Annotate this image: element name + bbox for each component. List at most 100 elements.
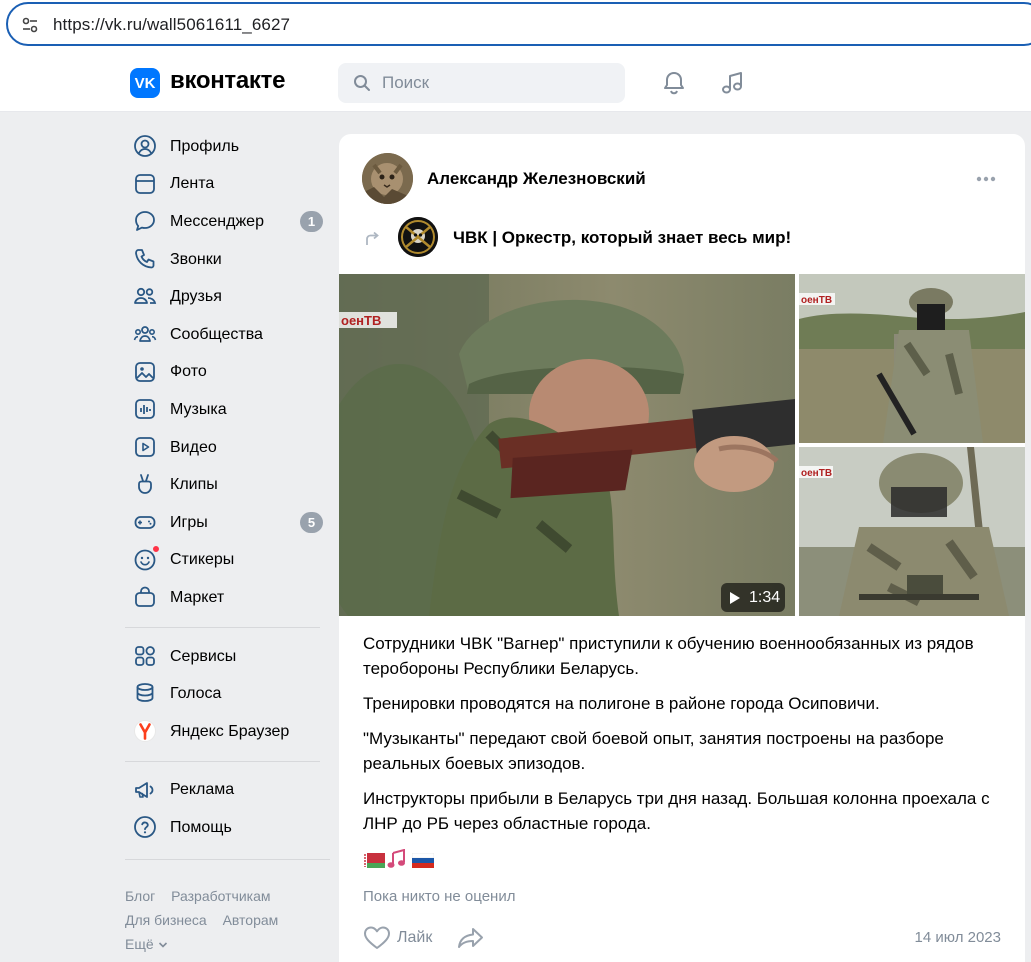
profile-icon: [134, 135, 156, 157]
channel-watermark-small: оенТВ: [801, 468, 832, 479]
russia-flag-icon: [412, 852, 434, 868]
repost-source-name[interactable]: ЧВК | Оркестр, который знает весь мир!: [453, 228, 791, 248]
url-text[interactable]: https://vk.ru/wall5061611_6627: [53, 15, 290, 35]
ads-icon: [135, 781, 154, 798]
sidebar-item-label: Видео: [170, 438, 217, 456]
post-photo-1[interactable]: оенТВ: [799, 274, 1025, 443]
footer-link-blog[interactable]: Блог: [125, 888, 155, 904]
sidebar-item-label: Игры: [170, 513, 208, 531]
left-sidebar: Профиль Лента Мессенджер 1 Звонки Друзья…: [125, 128, 335, 870]
sidebar-item-profile[interactable]: Профиль: [125, 128, 335, 166]
unread-badge: 1: [300, 211, 323, 233]
footer-link-business[interactable]: Для бизнеса: [125, 912, 207, 928]
post-paragraph: "Музыканты" передают свой боевой опыт, з…: [363, 729, 944, 773]
heart-icon: [364, 926, 390, 949]
sidebar-item-calls[interactable]: Звонки: [125, 241, 335, 279]
sidebar-item-label: Мессенджер: [170, 212, 264, 230]
sidebar-item-stickers[interactable]: Стикеры: [125, 542, 335, 580]
services-icon: [135, 645, 155, 666]
sidebar-item-label: Друзья: [170, 288, 222, 306]
bell-icon[interactable]: [660, 69, 688, 97]
sidebar-item-ads[interactable]: Реклама: [125, 772, 335, 810]
video-duration: 1:34: [749, 588, 781, 606]
url-field[interactable]: https://vk.ru/wall5061611_6627: [6, 2, 1031, 46]
sidebar-item-market[interactable]: Маркет: [125, 579, 335, 617]
likes-status: Пока никто не оценил: [363, 888, 516, 905]
repost-arrow-icon: [366, 231, 379, 245]
sidebar-item-photo[interactable]: Фото: [125, 354, 335, 392]
friends-icon: [134, 288, 157, 305]
sidebar-item-votes[interactable]: Голоса: [125, 675, 335, 713]
belarus-flag-icon: [363, 852, 385, 868]
sidebar-item-friends[interactable]: Друзья: [125, 278, 335, 316]
post-emojis: [363, 848, 434, 872]
yandex-browser-icon: [134, 719, 156, 742]
music-note-icon[interactable]: [719, 69, 747, 97]
photo-icon: [135, 361, 155, 382]
sidebar-item-messenger[interactable]: Мессенджер 1: [125, 203, 335, 241]
sidebar-item-yandex-browser[interactable]: Яндекс Браузер: [125, 713, 335, 751]
sidebar-item-label: Сервисы: [170, 647, 237, 665]
sidebar-item-label: Музыка: [170, 400, 227, 418]
vk-brand-name[interactable]: вконтакте: [170, 67, 285, 95]
sidebar-item-music[interactable]: Музыка: [125, 391, 335, 429]
games-badge: 5: [300, 511, 323, 533]
sidebar-item-video[interactable]: Видео: [125, 429, 335, 467]
phone-icon: [135, 248, 155, 269]
post-paragraph: Сотрудники ЧВК "Вагнер" приступили к обу…: [363, 634, 974, 678]
sidebar-item-label: Лента: [170, 175, 215, 193]
post-text: Сотрудники ЧВК "Вагнер" приступили к обу…: [363, 631, 1003, 846]
sidebar-divider: [125, 858, 330, 860]
soldier-aiming-image: оенТВ: [339, 274, 795, 616]
sidebar-item-label: Маркет: [170, 588, 225, 606]
sidebar-item-help[interactable]: Помощь: [125, 809, 335, 847]
soldier-machinegun-image: оенТВ: [799, 447, 1025, 616]
sidebar-divider: [125, 760, 320, 762]
sidebar-item-label: Профиль: [170, 137, 240, 155]
footer-link-authors[interactable]: Авторам: [223, 912, 279, 928]
sidebar-item-label: Сообщества: [170, 325, 263, 343]
clips-icon: [138, 474, 152, 495]
footer-link-developers[interactable]: Разработчикам: [171, 888, 270, 904]
site-settings-icon[interactable]: [20, 15, 40, 35]
video-duration-badge: 1:34: [721, 583, 785, 612]
post-date[interactable]: 14 июл 2023: [915, 929, 1001, 946]
help-icon: [134, 816, 156, 838]
votes-icon: [136, 683, 154, 703]
search-input[interactable]: [382, 63, 612, 103]
vk-header: VK вконтакте: [0, 52, 1031, 112]
soldier-field-image: оенТВ: [799, 274, 1025, 443]
wall-post: Александр Железновский ЧВК | Оркестр, ко…: [339, 134, 1025, 962]
post-author-name[interactable]: Александр Железновский: [427, 169, 646, 189]
sidebar-footer-links: Блог Разработчикам Для бизнеса Авторам Е…: [125, 884, 325, 956]
share-icon[interactable]: [457, 926, 485, 950]
sidebar-item-feed[interactable]: Лента: [125, 166, 335, 204]
sidebar-item-services[interactable]: Сервисы: [125, 638, 335, 676]
wagner-logo-icon: [398, 217, 438, 257]
vk-logo-icon[interactable]: VK: [130, 68, 160, 98]
sidebar-item-clips[interactable]: Клипы: [125, 466, 335, 504]
post-actions: Лайк 14 июл 2023: [363, 924, 1003, 954]
post-photo-2[interactable]: оенТВ: [799, 447, 1025, 616]
sidebar-item-label: Реклама: [170, 781, 235, 799]
video-thumbnail[interactable]: оенТВ 1:34: [339, 274, 795, 616]
sidebar-item-games[interactable]: Игры 5: [125, 504, 335, 542]
sidebar-item-label: Клипы: [170, 476, 218, 494]
channel-watermark-small: оенТВ: [801, 295, 832, 306]
like-button[interactable]: Лайк: [363, 924, 432, 952]
search-box[interactable]: [338, 63, 625, 103]
footer-more-button[interactable]: Ещё: [125, 932, 325, 956]
author-avatar-image: [362, 153, 413, 204]
new-stickers-dot: [152, 544, 160, 553]
sidebar-item-label: Яндекс Браузер: [170, 722, 290, 740]
play-icon: [730, 591, 740, 604]
repost-source-avatar[interactable]: [398, 217, 438, 257]
more-options-icon[interactable]: [975, 174, 997, 184]
games-icon: [134, 516, 156, 529]
author-avatar[interactable]: [362, 153, 413, 204]
post-paragraph: Тренировки проводятся на полигоне в райо…: [363, 694, 880, 713]
footer-link-more: Ещё: [125, 936, 154, 952]
sidebar-item-communities[interactable]: Сообщества: [125, 316, 335, 354]
musical-notes-icon: [387, 849, 405, 868]
sidebar-item-label: Фото: [170, 363, 207, 381]
